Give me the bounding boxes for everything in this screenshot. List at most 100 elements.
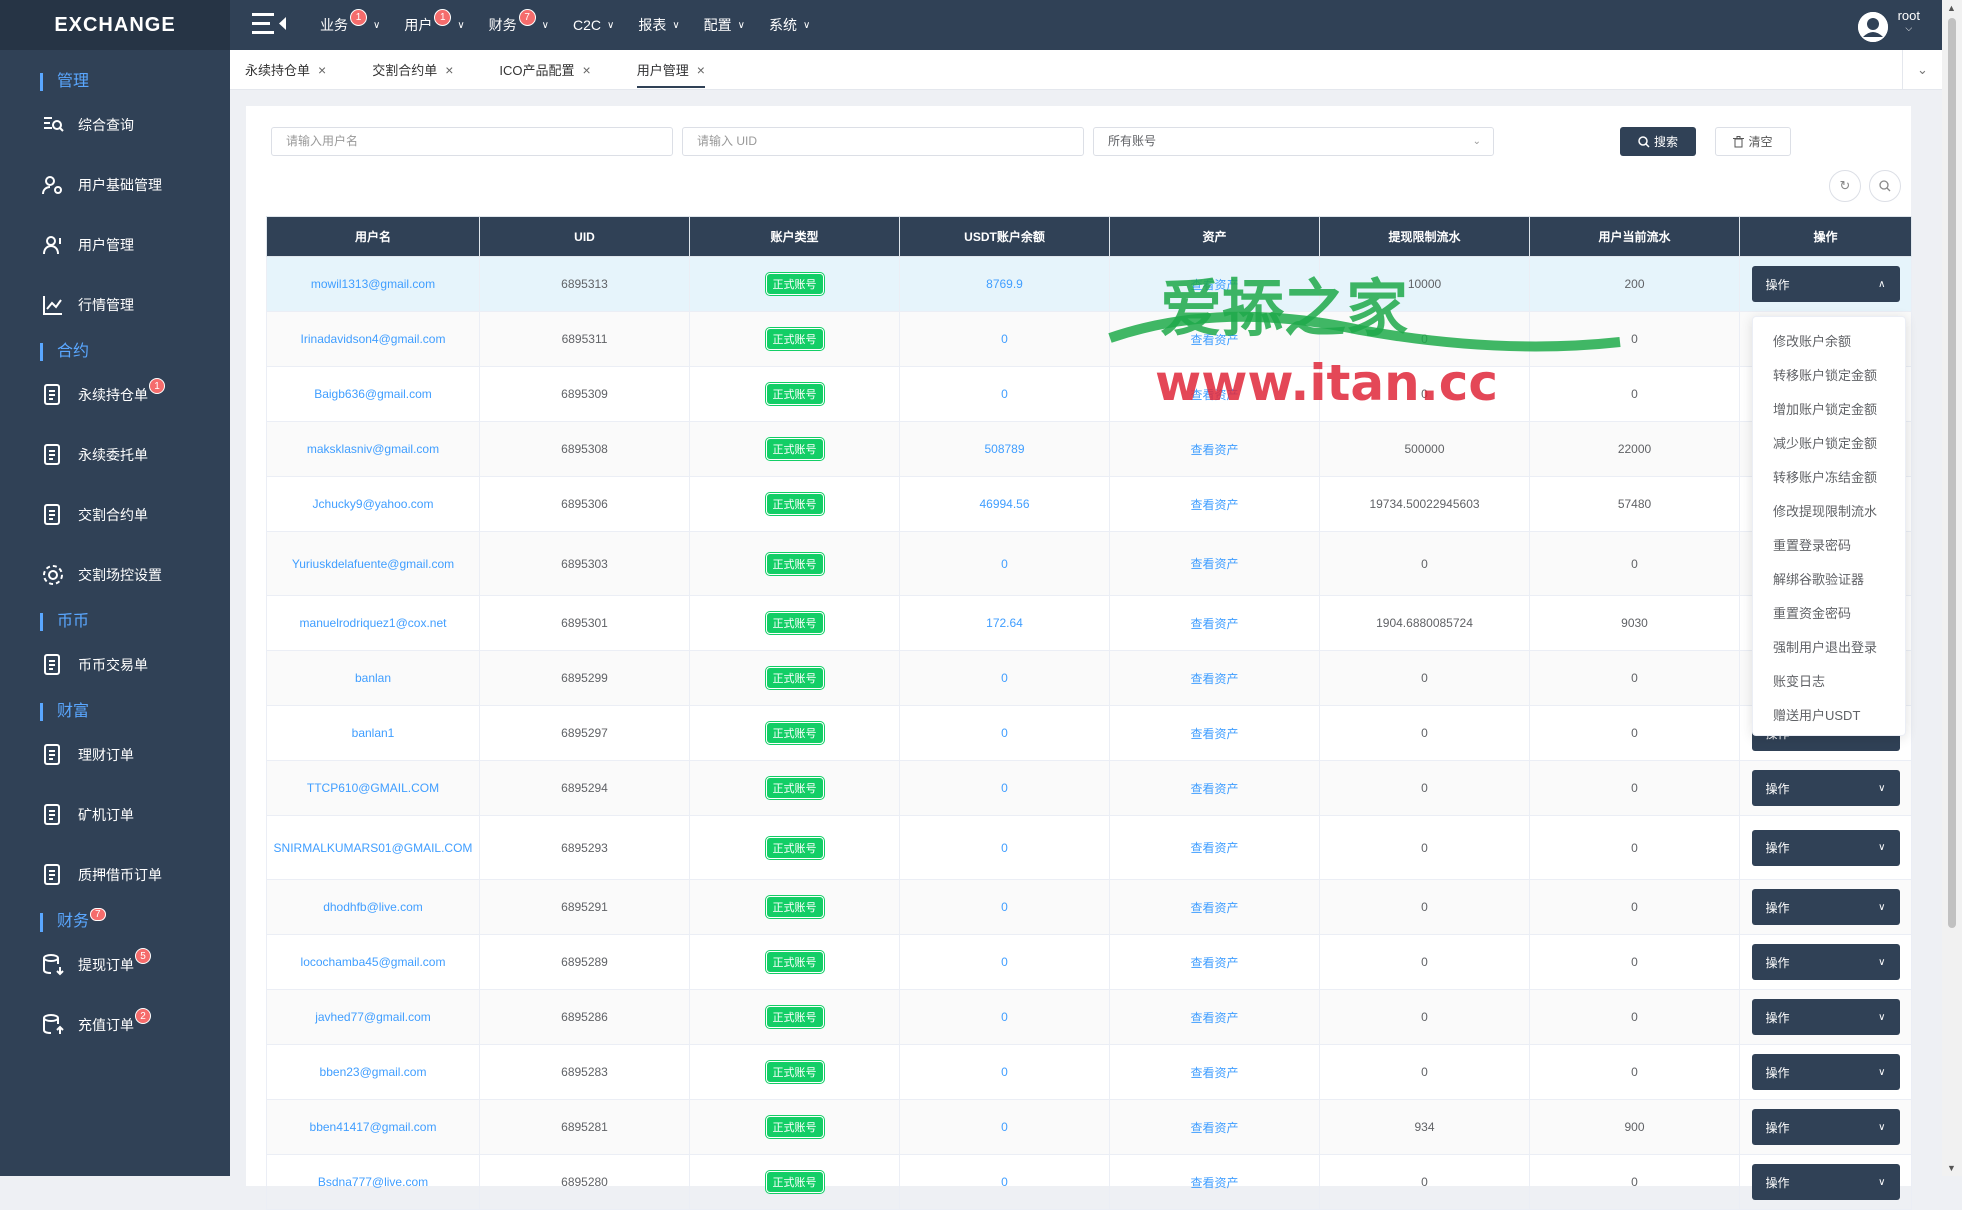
username-link[interactable]: Bsdna777@live.com (318, 1175, 428, 1189)
tab-1[interactable]: 交割合约单 × (357, 50, 468, 90)
close-icon[interactable]: × (445, 62, 453, 78)
username-link[interactable]: Baigb636@gmail.com (314, 387, 432, 401)
usdt-balance-link[interactable]: 0 (1001, 841, 1008, 855)
username-link[interactable]: javhed77@gmail.com (315, 1010, 431, 1024)
dropdown-item[interactable]: 重置登录密码 (1753, 529, 1905, 563)
view-assets-link[interactable]: 查看资产 (1190, 727, 1238, 741)
view-assets-link[interactable]: 查看资产 (1190, 388, 1238, 402)
username-link[interactable]: Yuriuskdelafuente@gmail.com (292, 557, 454, 571)
username-link[interactable]: banlan (355, 671, 391, 685)
view-assets-link[interactable]: 查看资产 (1190, 841, 1238, 855)
page-scrollbar[interactable]: ▲ ▼ (1942, 0, 1962, 1176)
dropdown-item[interactable]: 赠送用户USDT (1753, 699, 1905, 733)
username-link[interactable]: Irinadavidson4@gmail.com (301, 332, 446, 346)
refresh-icon[interactable]: ↻ (1829, 170, 1861, 202)
operation-button[interactable]: 操作 ∨ (1751, 1164, 1900, 1200)
dropdown-item[interactable]: 减少账户锁定金额 (1753, 427, 1905, 461)
dropdown-item[interactable]: 解绑谷歌验证器 (1753, 563, 1905, 597)
operation-button[interactable]: 操作 ∨ (1751, 1054, 1900, 1090)
operation-button[interactable]: 操作 ∨ (1751, 770, 1900, 806)
username-input[interactable]: 请输入用户名 (271, 127, 673, 156)
close-icon[interactable]: × (583, 62, 591, 78)
dropdown-item[interactable]: 修改提现限制流水 (1753, 495, 1905, 529)
sidebar-item-8[interactable]: 币币交易单 (40, 645, 230, 685)
top-menu-item-6[interactable]: 系统 ∨ (769, 15, 810, 35)
top-menu-item-4[interactable]: 报表 ∨ (638, 15, 679, 35)
operation-button[interactable]: 操作 ∨ (1751, 889, 1900, 925)
dropdown-item[interactable]: 修改账户余额 (1753, 325, 1905, 359)
usdt-balance-link[interactable]: 172.64 (986, 616, 1023, 630)
view-assets-link[interactable]: 查看资产 (1190, 1011, 1238, 1025)
operation-button[interactable]: 操作 ∧ (1751, 266, 1900, 302)
username-link[interactable]: Jchucky9@yahoo.com (313, 497, 434, 511)
usdt-balance-link[interactable]: 508789 (984, 442, 1024, 456)
uid-input[interactable]: 请输入 UID (682, 127, 1084, 156)
sidebar-item-13[interactable]: 充值订单 2 (40, 1005, 230, 1045)
operation-button[interactable]: 操作 ∨ (1751, 944, 1900, 980)
sidebar-item-6[interactable]: 交割合约单 (40, 495, 230, 535)
sidebar-item-9[interactable]: 理财订单 (40, 735, 230, 775)
usdt-balance-link[interactable]: 0 (1001, 955, 1008, 969)
username-link[interactable]: mowil1313@gmail.com (311, 277, 435, 291)
usdt-balance-link[interactable]: 8769.9 (986, 277, 1023, 291)
view-assets-link[interactable]: 查看资产 (1190, 782, 1238, 796)
view-assets-link[interactable]: 查看资产 (1190, 498, 1238, 512)
user-menu[interactable]: root ⌵ (1857, 8, 1920, 42)
search-button[interactable]: 搜索 (1620, 127, 1696, 156)
usdt-balance-link[interactable]: 0 (1001, 1010, 1008, 1024)
sidebar-item-11[interactable]: 质押借币订单 (40, 855, 230, 895)
view-assets-link[interactable]: 查看资产 (1190, 672, 1238, 686)
dropdown-item[interactable]: 转移账户冻结金额 (1753, 461, 1905, 495)
top-menu-item-3[interactable]: C2C ∨ (573, 17, 614, 33)
clear-button[interactable]: 清空 (1715, 127, 1791, 156)
view-assets-link[interactable]: 查看资产 (1190, 333, 1238, 347)
sidebar-item-10[interactable]: 矿机订单 (40, 795, 230, 835)
view-assets-link[interactable]: 查看资产 (1190, 278, 1238, 292)
search-toggle-icon[interactable] (1869, 170, 1901, 202)
view-assets-link[interactable]: 查看资产 (1190, 901, 1238, 915)
dropdown-item[interactable]: 账变日志 (1753, 665, 1905, 699)
hamburger-toggle-icon[interactable] (252, 11, 292, 40)
usdt-balance-link[interactable]: 0 (1001, 900, 1008, 914)
view-assets-link[interactable]: 查看资产 (1190, 443, 1238, 457)
top-menu-item-0[interactable]: 业务 1 ∨ (320, 8, 380, 35)
usdt-balance-link[interactable]: 46994.56 (979, 497, 1029, 511)
sidebar-item-5[interactable]: 永续委托单 (40, 435, 230, 475)
username-link[interactable]: maksklasniv@gmail.com (307, 442, 439, 456)
scroll-down-icon[interactable]: ▼ (1947, 1163, 1956, 1173)
view-assets-link[interactable]: 查看资产 (1190, 557, 1238, 571)
tab-0[interactable]: 永续持仓单 × (230, 50, 341, 90)
username-link[interactable]: manuelrodriquez1@cox.net (300, 616, 447, 630)
view-assets-link[interactable]: 查看资产 (1190, 1121, 1238, 1135)
usdt-balance-link[interactable]: 0 (1001, 557, 1008, 571)
dropdown-item[interactable]: 重置资金密码 (1753, 597, 1905, 631)
username-link[interactable]: dhodhfb@live.com (323, 900, 423, 914)
usdt-balance-link[interactable]: 0 (1001, 387, 1008, 401)
sidebar-item-1[interactable]: 用户基础管理 (40, 165, 230, 205)
tab-3[interactable]: 用户管理 × (622, 50, 720, 90)
username-link[interactable]: banlan1 (352, 726, 395, 740)
operation-button[interactable]: 操作 ∨ (1751, 1109, 1900, 1145)
dropdown-item[interactable]: 强制用户退出登录 (1753, 631, 1905, 665)
usdt-balance-link[interactable]: 0 (1001, 1175, 1008, 1189)
top-menu-item-1[interactable]: 用户 1 ∨ (404, 8, 465, 35)
view-assets-link[interactable]: 查看资产 (1190, 956, 1238, 970)
username-link[interactable]: bben23@gmail.com (320, 1065, 427, 1079)
view-assets-link[interactable]: 查看资产 (1190, 1066, 1238, 1080)
tab-2[interactable]: ICO产品配置 × (484, 50, 605, 90)
close-icon[interactable]: × (318, 62, 326, 78)
usdt-balance-link[interactable]: 0 (1001, 671, 1008, 685)
view-assets-link[interactable]: 查看资产 (1190, 1176, 1238, 1190)
scroll-up-icon[interactable]: ▲ (1947, 3, 1956, 13)
dropdown-item[interactable]: 增加账户锁定金额 (1753, 393, 1905, 427)
close-icon[interactable]: × (697, 62, 705, 78)
top-menu-item-2[interactable]: 财务 7 ∨ (489, 8, 549, 35)
sidebar-item-3[interactable]: 行情管理 (40, 285, 230, 325)
operation-button[interactable]: 操作 ∨ (1751, 999, 1900, 1035)
view-assets-link[interactable]: 查看资产 (1190, 617, 1238, 631)
dropdown-item[interactable]: 转移账户锁定金额 (1753, 359, 1905, 393)
tabs-more-chevron-icon[interactable]: ⌄ (1902, 50, 1942, 90)
usdt-balance-link[interactable]: 0 (1001, 781, 1008, 795)
operation-button[interactable]: 操作 ∨ (1751, 829, 1900, 866)
top-menu-item-5[interactable]: 配置 ∨ (704, 15, 745, 35)
